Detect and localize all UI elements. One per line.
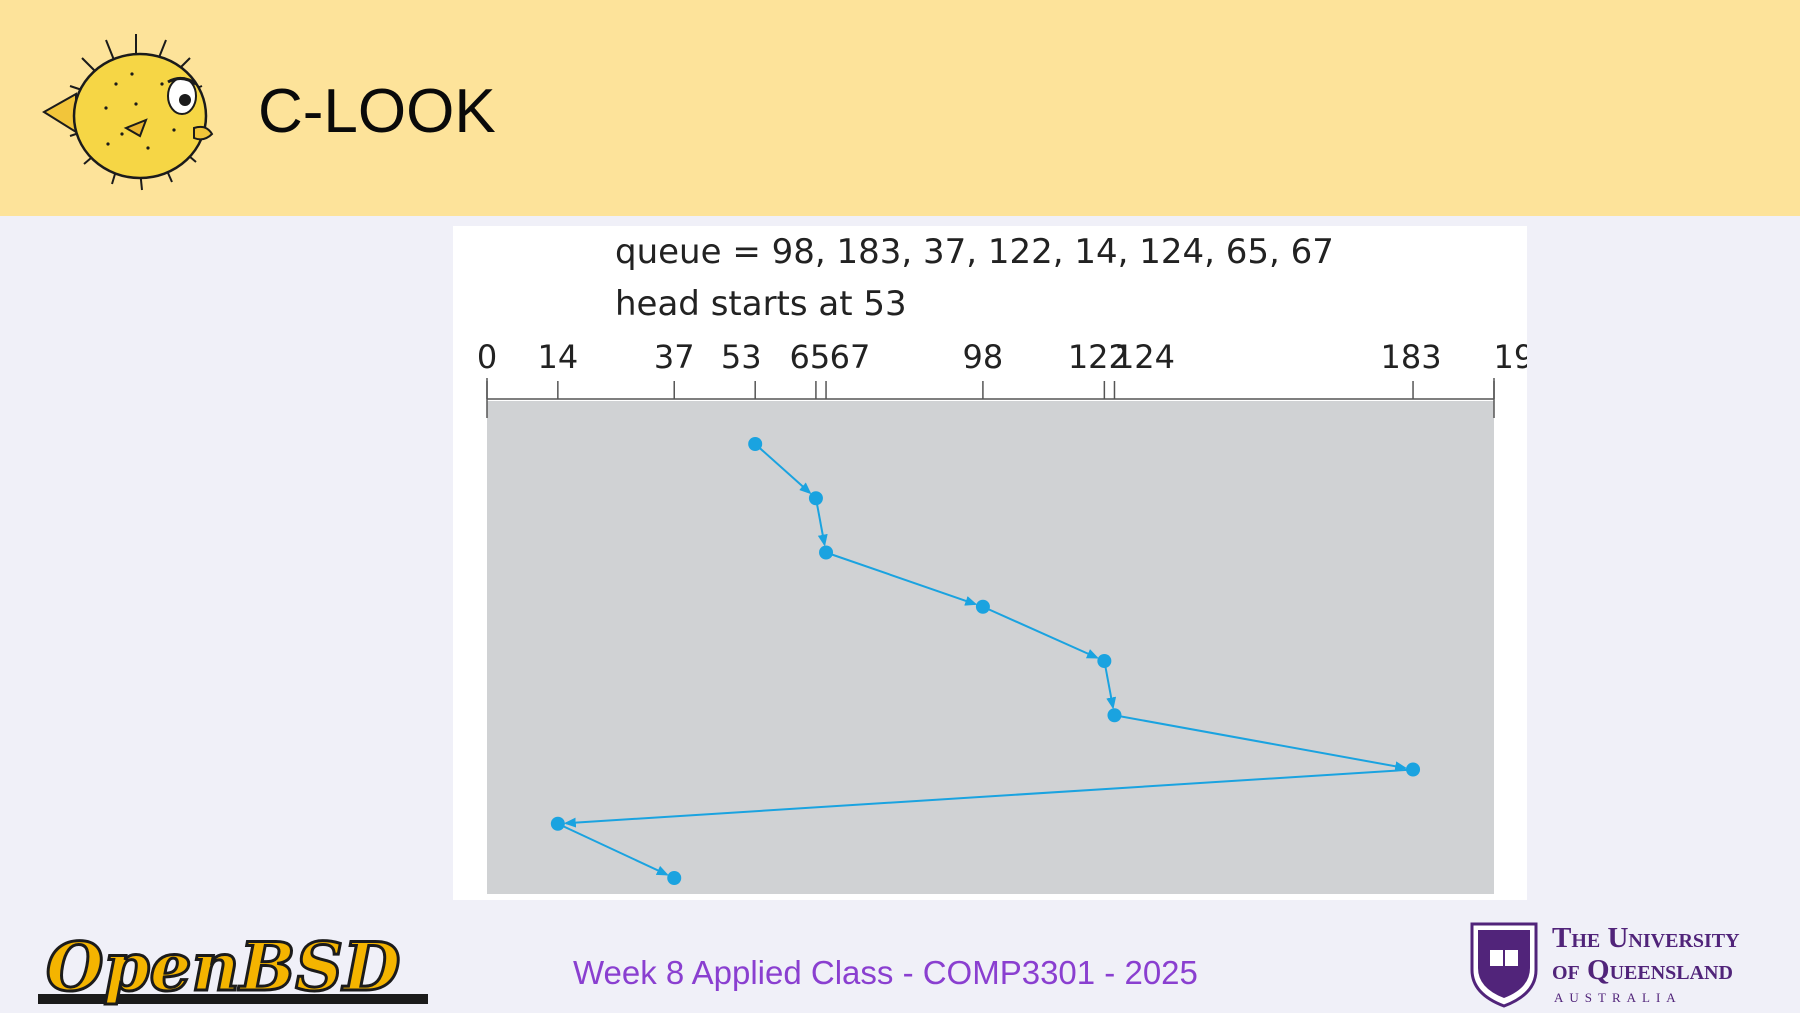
axis-tick-label-53: 53 — [721, 338, 762, 376]
axis-tick-label-14: 14 — [537, 338, 578, 376]
cylinder-area — [487, 401, 1494, 894]
axis-tick-label-183: 183 — [1380, 338, 1441, 376]
c-look-figure: queue = 98, 183, 37, 122, 14, 124, 65, 6… — [453, 226, 1527, 900]
request-point-65 — [808, 491, 823, 506]
request-point-122 — [1097, 654, 1112, 668]
request-point-67 — [819, 545, 834, 560]
request-point-53 — [748, 437, 763, 451]
slide-title: C-LOOK — [258, 77, 496, 146]
uq-logo: The University of Queensland AUSTRALIA — [1468, 920, 1788, 1010]
axis-tick-label-37: 37 — [654, 338, 695, 376]
axis-tick-label-98: 98 — [963, 338, 1004, 376]
request-point-98 — [975, 599, 990, 614]
axis-tick-label-199: 199 — [1493, 338, 1527, 376]
axis-tick-label-65: 65 — [790, 338, 831, 376]
uq-name-line2: of Queensland — [1552, 954, 1733, 986]
axis-tick-label-67: 67 — [830, 338, 871, 376]
pufferfish-logo-icon — [42, 34, 214, 191]
request-point-124 — [1107, 708, 1122, 723]
request-point-183 — [1406, 762, 1421, 777]
request-point-37 — [667, 871, 682, 885]
slide-header: C-LOOK — [0, 0, 1800, 216]
openbsd-logo-text: OpenBSD — [46, 928, 400, 1006]
uq-crest-icon — [1470, 922, 1538, 1008]
axis-tick-label-124: 124 — [1114, 338, 1175, 376]
openbsd-logo-icon: OpenBSD — [38, 927, 428, 1008]
axis-tick-label-0: 0 — [477, 338, 497, 376]
c-look-diagram: 0143753656798122124183199 — [477, 338, 1527, 894]
uq-country-line: AUSTRALIA — [1554, 990, 1682, 1005]
uq-name-line1: The University — [1552, 922, 1740, 954]
footer-course-label: Week 8 Applied Class - COMP3301 - 2025 — [573, 954, 1198, 991]
request-point-14 — [550, 816, 565, 831]
